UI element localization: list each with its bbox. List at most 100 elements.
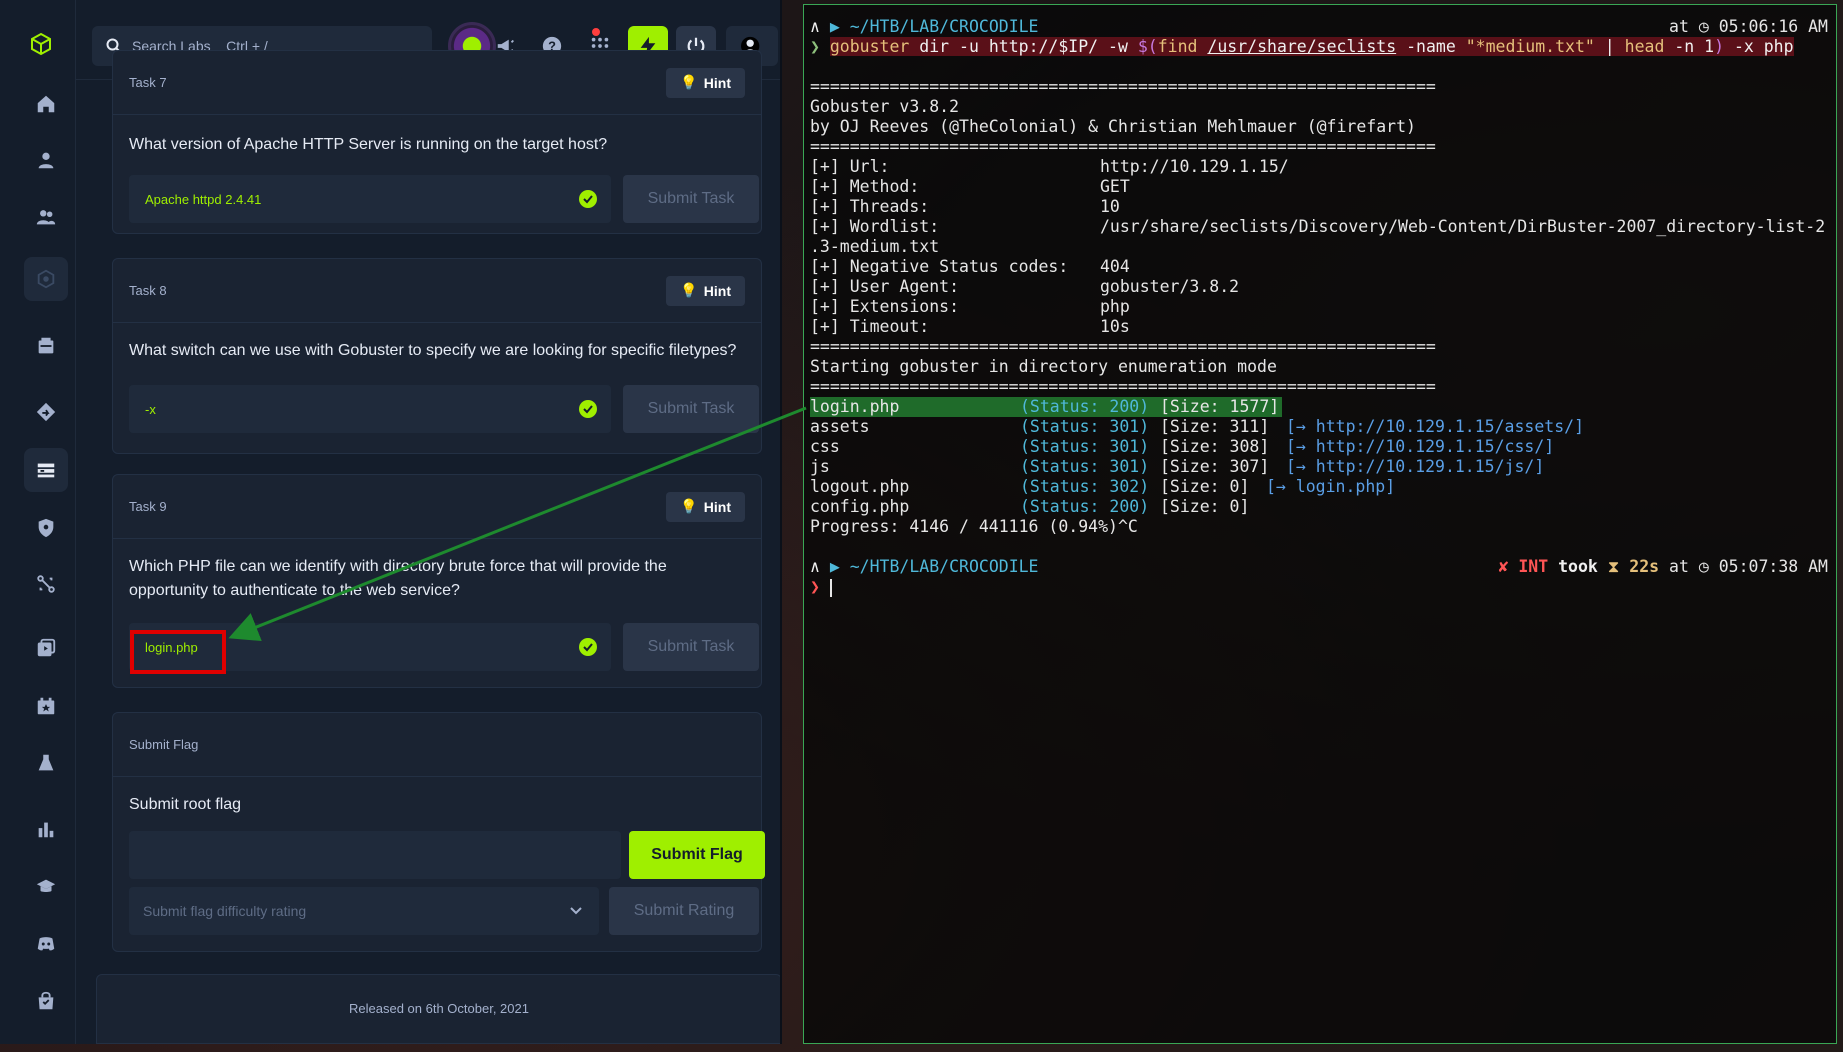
- starting-point-tasks: Task 7 💡 Hint What version of Apache HTT…: [76, 50, 780, 1044]
- result-path: config.php: [810, 497, 910, 516]
- shield-icon[interactable]: [24, 506, 68, 550]
- result-path: css: [810, 437, 840, 456]
- result-redirect: [→ http://10.129.1.15/js/]: [1286, 457, 1545, 476]
- media-icon[interactable]: [24, 626, 68, 670]
- prompt-path: ~/HTB/LAB/CROCODILE: [849, 17, 1039, 36]
- task-card-7: Task 7 💡 Hint What version of Apache HTT…: [112, 50, 762, 234]
- config-value: 404: [1100, 257, 1130, 276]
- result-status: (Status: 200): [1020, 497, 1150, 516]
- shop-icon[interactable]: [24, 979, 68, 1023]
- result-size: [Size: 0]: [1160, 477, 1250, 496]
- events-icon[interactable]: [24, 684, 68, 728]
- config-value: 10: [1100, 197, 1120, 216]
- submit-task-button[interactable]: Submit Task: [623, 623, 759, 671]
- hourglass-icon: ⧗: [1607, 557, 1620, 576]
- result-status: (Status: 301): [1020, 437, 1150, 456]
- config-value: gobuster/3.8.2: [1100, 277, 1240, 296]
- users-icon[interactable]: [24, 195, 68, 239]
- config-value: php: [1100, 297, 1130, 316]
- result-redirect: [→ http://10.129.1.15/assets/]: [1286, 417, 1585, 436]
- config-line: [+] Url:: [810, 157, 890, 176]
- command-line: ❯ gobuster dir -u http://$IP/ -w $(find …: [810, 37, 1794, 56]
- answer-value: -x: [145, 401, 156, 417]
- task-card-header: Task 7 💡 Hint: [113, 51, 761, 115]
- submit-task-button[interactable]: Submit Task: [623, 385, 759, 433]
- config-value: 10s: [1100, 317, 1130, 336]
- difficulty-rating-select[interactable]: Submit flag difficulty rating: [129, 887, 599, 935]
- result-status: (Status: 200): [1020, 397, 1150, 416]
- starting-message: Starting gobuster in directory enumerati…: [810, 357, 1277, 376]
- htb-browser-window: ? Task 7 💡 Hint: [0, 0, 782, 1044]
- machines-icon[interactable]: [24, 324, 68, 368]
- lightbulb-icon: 💡: [680, 498, 698, 514]
- result-path: js: [810, 457, 830, 476]
- folder-icon: ▶: [829, 557, 840, 576]
- terminal-window[interactable]: ∧ ▶ ~/HTB/LAB/CROCODILE at ◷ 05:06:16 AM…: [803, 4, 1837, 1044]
- banner-authors: by OJ Reeves (@TheColonial) & Christian …: [810, 117, 1416, 136]
- task-label: Task 9: [129, 499, 167, 514]
- result-size: [Size: 311]: [1160, 417, 1270, 436]
- submit-flag-button[interactable]: Submit Flag: [629, 831, 765, 879]
- home-icon[interactable]: [24, 82, 68, 126]
- separator: ========================================…: [810, 137, 1436, 156]
- submit-flag-header: Submit Flag: [113, 713, 761, 777]
- submit-root-flag-title: Submit root flag: [129, 796, 242, 813]
- submit-flag-card: Submit Flag Submit root flag Submit Flag…: [112, 712, 765, 952]
- separator: ========================================…: [810, 337, 1436, 356]
- config-line: [+] Extensions:: [810, 297, 960, 316]
- result-size: [Size: 1577]: [1160, 397, 1280, 416]
- flag-input[interactable]: [129, 831, 621, 879]
- hint-button[interactable]: 💡 Hint: [666, 491, 745, 522]
- result-redirect: [→ http://10.129.1.15/css/]: [1286, 437, 1555, 456]
- config-value: http://10.129.1.15/: [1100, 157, 1289, 176]
- prompt-time: at ◷ 05:06:16 AM: [1669, 17, 1828, 36]
- tracks-icon[interactable]: [24, 390, 68, 434]
- separator: ========================================…: [810, 377, 1436, 396]
- input-line[interactable]: ❯: [810, 577, 832, 597]
- task-question: Which PHP file can we identify with dire…: [129, 558, 667, 599]
- progress-line: Progress: 4146 / 441116 (0.94%)^C: [810, 517, 1138, 536]
- config-line: [+] User Agent:: [810, 277, 960, 296]
- hint-button[interactable]: 💡 Hint: [666, 275, 745, 306]
- config-line: [+] Timeout:: [810, 317, 930, 336]
- starting-point-icon[interactable]: [24, 448, 68, 492]
- config-value: /usr/share/seclists/Discovery/Web-Conten…: [1100, 217, 1826, 236]
- discord-icon[interactable]: [24, 922, 68, 966]
- answer-value: Apache httpd 2.4.41: [145, 191, 262, 207]
- stats-icon[interactable]: [24, 807, 68, 851]
- text-cursor: [829, 578, 832, 597]
- task-label: Task 8: [129, 283, 167, 298]
- prompt-line: ∧ ▶ ~/HTB/LAB/CROCODILE: [810, 17, 1039, 36]
- folder-icon: ▶: [829, 17, 840, 36]
- lightbulb-icon: 💡: [680, 282, 698, 298]
- submit-flag-label: Submit Flag: [129, 737, 199, 752]
- target-icon[interactable]: [24, 257, 68, 301]
- prompt-line: ∧ ▶ ~/HTB/LAB/CROCODILE: [810, 557, 1039, 576]
- answer-field[interactable]: Apache httpd 2.4.41: [129, 175, 611, 223]
- user-icon[interactable]: [24, 138, 68, 182]
- chevron-down-icon: [570, 907, 582, 915]
- task-card-header: Task 8 💡 Hint: [113, 259, 761, 323]
- result-redirect: [→ login.php]: [1266, 477, 1396, 496]
- banner-version: Gobuster v3.8.2: [810, 97, 960, 116]
- answer-highlight-box: [130, 630, 226, 674]
- lightbulb-icon: 💡: [680, 74, 698, 90]
- task-card-header: Task 9 💡 Hint: [113, 475, 761, 539]
- config-line: [+] Wordlist:: [810, 217, 940, 236]
- submit-rating-button[interactable]: Submit Rating: [609, 887, 759, 935]
- check-circle-icon: [579, 400, 597, 418]
- task-question: What switch can we use with Gobuster to …: [129, 342, 737, 359]
- result-path: logout.php: [810, 477, 910, 496]
- prompt-path: ~/HTB/LAB/CROCODILE: [849, 557, 1039, 576]
- config-line: [+] Threads:: [810, 197, 930, 216]
- fortress-icon[interactable]: [24, 562, 68, 606]
- academy-icon[interactable]: [24, 865, 68, 909]
- hint-button[interactable]: 💡 Hint: [666, 67, 745, 98]
- submit-task-button[interactable]: Submit Task: [623, 175, 759, 223]
- result-status: (Status: 302): [1020, 477, 1150, 496]
- prompt-status: ✘ INT took ⧗ 22s at ◷ 05:07:38 AM: [1498, 557, 1828, 576]
- answer-field[interactable]: -x: [129, 385, 611, 433]
- result-size: [Size: 307]: [1160, 457, 1270, 476]
- htb-logo-icon[interactable]: [29, 32, 53, 56]
- lab-flask-icon[interactable]: [24, 741, 68, 785]
